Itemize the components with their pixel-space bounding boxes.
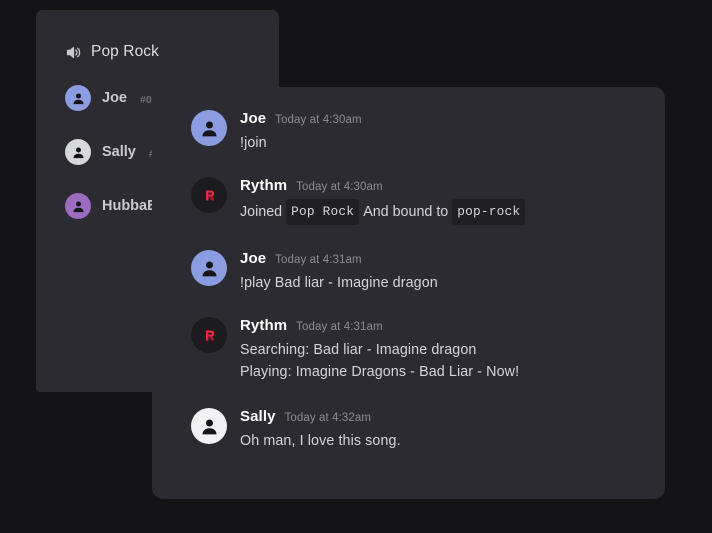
- message-text-part: Joined: [240, 201, 282, 223]
- message-text: Playing: Imagine Dragons - Bad Liar - No…: [240, 361, 519, 383]
- avatar[interactable]: [191, 110, 227, 146]
- avatar: [65, 139, 91, 165]
- message-item: Rythm Today at 4:31am Searching: Bad lia…: [152, 316, 665, 383]
- avatar: [65, 85, 91, 111]
- message-text: !join: [240, 132, 362, 154]
- message-item: Sally Today at 4:32am Oh man, I love thi…: [152, 407, 665, 452]
- voice-member-name: Sally: [102, 144, 136, 160]
- message-author[interactable]: Sally: [240, 408, 276, 425]
- message-header: Joe Today at 4:31am: [240, 250, 438, 267]
- avatar[interactable]: [191, 408, 227, 444]
- avatar[interactable]: [191, 177, 227, 213]
- message-item: Joe Today at 4:31am !play Bad liar - Ima…: [152, 249, 665, 294]
- message-text-part: And bound to: [363, 201, 448, 223]
- message-timestamp: Today at 4:30am: [296, 181, 383, 193]
- voice-member-name: Joe: [102, 90, 127, 106]
- message-list: Joe Today at 4:30am !join Rythm Today: [152, 87, 665, 452]
- voice-member-name: HubbaB: [102, 198, 158, 214]
- rythm-bot-icon: [199, 325, 220, 346]
- message-body: Rythm Today at 4:30am Joined Pop Rock An…: [240, 176, 529, 225]
- rythm-bot-icon: [199, 185, 220, 206]
- message-body: Joe Today at 4:30am !join: [240, 109, 362, 154]
- message-author[interactable]: Rythm: [240, 317, 287, 334]
- message-item: Rythm Today at 4:30am Joined Pop Rock An…: [152, 176, 665, 225]
- message-author[interactable]: Joe: [240, 110, 266, 127]
- avatar[interactable]: [191, 250, 227, 286]
- message-text: Joined Pop Rock And bound to pop-rock: [240, 199, 529, 225]
- code-span-channel-name: Pop Rock: [286, 199, 359, 225]
- code-span-text-channel: pop-rock: [452, 199, 525, 225]
- avatar: [65, 193, 91, 219]
- voice-channel-header: Pop Rock: [36, 10, 279, 61]
- message-body: Sally Today at 4:32am Oh man, I love thi…: [240, 407, 401, 452]
- avatar[interactable]: [191, 317, 227, 353]
- message-timestamp: Today at 4:32am: [285, 412, 372, 424]
- message-text: !play Bad liar - Imagine dragon: [240, 272, 438, 294]
- message-text: Searching: Bad liar - Imagine dragon: [240, 339, 519, 361]
- message-timestamp: Today at 4:31am: [275, 254, 362, 266]
- message-timestamp: Today at 4:31am: [296, 321, 383, 333]
- message-timestamp: Today at 4:30am: [275, 114, 362, 126]
- message-author[interactable]: Rythm: [240, 177, 287, 194]
- message-body: Joe Today at 4:31am !play Bad liar - Ima…: [240, 249, 438, 294]
- message-header: Joe Today at 4:30am: [240, 110, 362, 127]
- message-header: Sally Today at 4:32am: [240, 408, 401, 425]
- message-text: Oh man, I love this song.: [240, 430, 401, 452]
- voice-channel-name: Pop Rock: [91, 43, 159, 61]
- speaker-wave-icon: [65, 44, 82, 61]
- message-header: Rythm Today at 4:31am: [240, 317, 519, 334]
- chat-panel: Joe Today at 4:30am !join Rythm Today: [152, 87, 665, 499]
- message-body: Rythm Today at 4:31am Searching: Bad lia…: [240, 316, 519, 383]
- message-item: Joe Today at 4:30am !join: [152, 109, 665, 154]
- message-header: Rythm Today at 4:30am: [240, 177, 529, 194]
- message-author[interactable]: Joe: [240, 250, 266, 267]
